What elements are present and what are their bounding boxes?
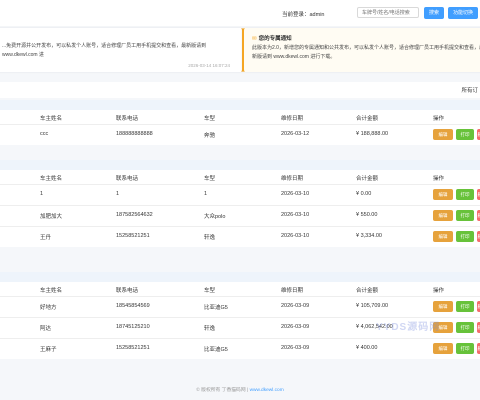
edit-button[interactable]: 编辑 [433,129,453,140]
print-button[interactable]: 打印 [456,343,474,354]
private-notice-text: 此版本为2.0，新增您的专属通知和公共发布，可以私发个人账号，适合修理厂员工用手… [252,45,480,60]
table-row: 1112026-03-10¥ 0.00编辑打印删除 [0,184,480,205]
column-header-model: 车型 [204,116,216,122]
cell-phone: 187582564632 [116,212,153,218]
message-icon: ✉ [252,36,257,42]
column-header-date: 维修日期 [281,116,304,122]
search-input[interactable] [357,7,419,18]
cell-model: 奔驰 [204,133,216,139]
cell-model: 轩逸 [204,326,216,332]
column-header-date: 维修日期 [281,176,304,182]
switch-button[interactable]: 功能切换 [448,7,479,19]
cell-phone: 15258521251 [116,345,150,351]
cell-phone: 15258521251 [116,233,150,239]
column-header-model: 车型 [204,288,216,294]
table-row: ccc 188888888888 奔驰 2026-03-12 ¥ 188,888.00 编… [0,124,480,145]
column-header-name: 车主姓名 [40,176,63,182]
cell-model: 大众polo [204,214,226,220]
cell-phone: 188888888888 [116,131,153,137]
public-notice-card: ...免费开源并公开发布，可以私发个人账号，适合修理厂员工用手机提交和查看，最新… [0,28,244,72]
column-header-name: 车主姓名 [40,288,63,294]
table-row: 好地方 18545854569 比亚迪G5 2026-03-09 ¥ 105,709.0… [0,296,480,317]
table-row: 王麻子 15258521251 比亚迪G5 2026-03-09 ¥ 400.00 编辑打… [0,338,480,359]
print-button[interactable]: 打印 [456,189,474,200]
cell-date: 2026-03-09 [281,324,310,330]
column-header-phone: 联系电话 [116,288,139,294]
cell-date: 2026-03-10 [281,233,310,239]
footer-copyright: © 版权所有 丁香猫码网 | [196,388,250,393]
column-header-actions: 操作 [433,176,445,182]
cell-total: ¥ 188,888.00 [356,131,389,137]
column-header-phone: 联系电话 [116,116,139,122]
record-group: 车主姓名 联系电话 车型 维修日期 合计金额 操作 1 1 1 2026-03-10 ¥ 0.00 编… [0,170,480,247]
cell-date: 2026-03-12 [281,131,310,137]
table-row: 加肥加大 187582564632 大众polo 2026-03-10 ¥ 550.00… [0,205,480,226]
cell-model: 轩逸 [204,235,216,241]
public-notice-text: ...免费开源并公开发布，可以私发个人账号，适合修理厂员工用手机提交和查看，最新… [2,43,207,58]
edit-button[interactable]: 编辑 [433,301,453,312]
filter-all-link[interactable]: 所有订 [461,86,478,94]
private-notice-title-text: 您的专属通知 [258,36,292,42]
footer: © 版权所有 丁香猫码网 | www.dkewl.com [0,386,480,393]
print-button[interactable]: 打印 [456,129,474,140]
column-header-date: 维修日期 [281,288,304,294]
cell-date: 2026-03-10 [281,212,310,218]
cell-name: 阿达 [40,326,52,332]
private-notice-card: ✉ 您的专属通知 此版本为2.0，新增您的专属通知和公共发布，可以私发个人账号，适… [242,28,480,72]
cell-total: ¥ 105,709.00 [356,303,389,309]
cell-model: 比亚迪G5 [204,305,228,311]
column-header-phone: 联系电话 [116,176,139,182]
cell-total: ¥ 3,334.00 [356,233,382,239]
cell-name: 王麻子 [40,347,57,353]
cell-model: 1 [204,191,208,197]
column-header-name: 车主姓名 [40,116,63,122]
search-button[interactable]: 搜索 [424,7,445,19]
cell-name: 王丹 [40,235,52,241]
edit-button[interactable]: 编辑 [433,343,453,354]
cell-name: 1 [40,191,44,197]
column-header-total: 合计金额 [356,116,379,122]
watermark: YYDS源码网 [376,322,441,333]
column-header-model: 车型 [204,176,216,182]
filter-bar: 所有订 [0,82,480,98]
cell-phone: 18745125210 [116,324,150,330]
cell-model: 比亚迪G5 [204,347,228,353]
edit-button[interactable]: 编辑 [433,210,453,221]
cell-name: 好地方 [40,305,57,311]
cell-total: ¥ 400.00 [356,345,378,351]
record-group: 车主姓名 联系电话 车型 维修日期 合计金额 操作 ccc 188888888888 奔驰 202… [0,110,480,145]
cell-date: 2026-03-10 [281,191,310,197]
print-button[interactable]: 打印 [456,231,474,242]
column-header-actions: 操作 [433,288,445,294]
cell-name: 加肥加大 [40,214,63,220]
cell-date: 2026-03-09 [281,345,310,351]
print-button[interactable]: 打印 [456,301,474,312]
cell-total: ¥ 0.00 [356,191,372,197]
column-header-total: 合计金额 [356,176,379,182]
cell-date: 2026-03-09 [281,303,310,309]
column-header-actions: 操作 [433,116,445,122]
footer-link[interactable]: www.dkewl.com [250,388,284,393]
cell-name: ccc [40,131,49,137]
print-button[interactable]: 打印 [456,210,474,221]
print-button[interactable]: 打印 [456,322,474,333]
cell-total: ¥ 550.00 [356,212,378,218]
column-header-total: 合计金额 [356,288,379,294]
top-bar: 当前登录：admin 搜索 功能切换 [0,0,480,26]
edit-button[interactable]: 编辑 [433,189,453,200]
edit-button[interactable]: 编辑 [433,231,453,242]
cell-phone: 18545854569 [116,303,150,309]
table-row: 王丹 15258521251 轩逸 2026-03-10 ¥ 3,334.00 编辑 打印删… [0,226,480,247]
cell-phone: 1 [116,191,120,197]
current-user-label: 当前登录：admin [282,12,325,18]
private-notice-title: ✉ 您的专属通知 [252,34,292,42]
notice-timestamp: 2026-03-14 16:07:24 [188,63,230,68]
